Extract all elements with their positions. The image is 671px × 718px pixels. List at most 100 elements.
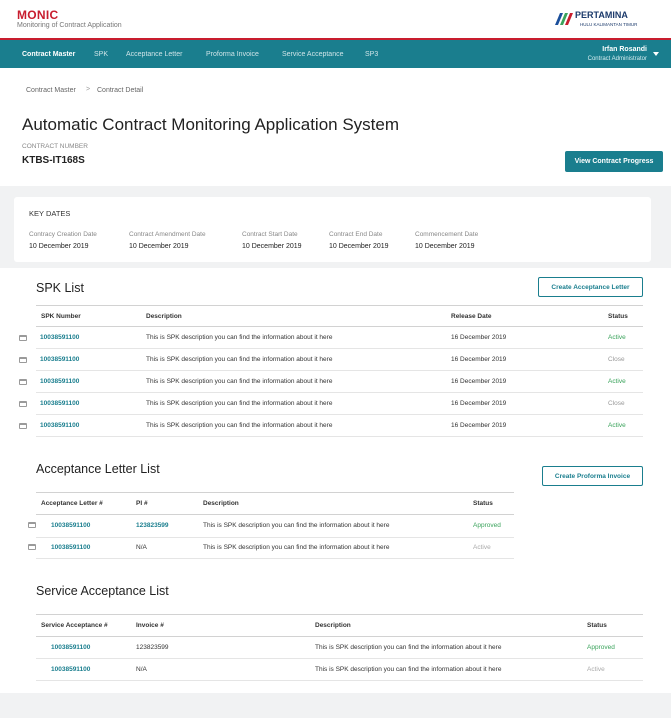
key-date-label: Contract Amendment Date <box>129 231 206 238</box>
spk-description: This is SPK description you can find the… <box>146 422 333 429</box>
key-date-value: 10 December 2019 <box>29 243 89 250</box>
page-title: Automatic Contract Monitoring Applicatio… <box>22 115 400 134</box>
chevron-down-icon[interactable] <box>653 52 659 56</box>
create-acceptance-letter-button[interactable]: Create Acceptance Letter <box>538 277 643 297</box>
document-icon[interactable] <box>19 335 27 341</box>
document-icon[interactable] <box>28 522 36 528</box>
key-date-value: 10 December 2019 <box>242 243 302 250</box>
divider <box>36 414 643 415</box>
service-acceptance-number-link[interactable]: 10038591100 <box>51 666 90 673</box>
app-title[interactable]: MONIC <box>17 8 59 22</box>
divider <box>36 326 643 327</box>
divider <box>36 370 643 371</box>
nav-acceptance-letter[interactable]: Acceptance Letter <box>126 51 182 58</box>
spk-description: This is SPK description you can find the… <box>146 356 333 363</box>
service-acceptance-list-title: Service Acceptance List <box>36 584 169 598</box>
key-date-value: 10 December 2019 <box>415 243 475 250</box>
spk-col-release-date: Release Date <box>451 313 492 320</box>
document-icon[interactable] <box>19 357 27 363</box>
invoice-number: 123823599 <box>136 644 169 651</box>
status-badge: Approved <box>587 644 615 651</box>
spk-col-status: Status <box>608 313 628 320</box>
contract-number-label: CONTRACT NUMBER <box>22 143 88 150</box>
breadcrumb-contract-master[interactable]: Contract Master <box>26 87 76 94</box>
key-date-label: Contracy Creation Date <box>29 231 97 238</box>
acceptance-number-link[interactable]: 10038591100 <box>51 544 90 551</box>
nav-spk[interactable]: SPK <box>94 51 108 58</box>
top-bar: MONIC Monitoring of Contract Application… <box>0 0 671 40</box>
divider <box>36 492 514 493</box>
status-badge: Active <box>608 422 626 429</box>
document-icon[interactable] <box>28 544 36 550</box>
pertamina-logo-icon <box>555 13 573 25</box>
create-proforma-invoice-button[interactable]: Create Proforma Invoice <box>542 466 643 486</box>
divider <box>36 636 643 637</box>
pi-number-link[interactable]: 123823599 <box>136 522 169 529</box>
status-badge: Close <box>608 356 625 363</box>
document-icon[interactable] <box>19 379 27 385</box>
acceptance-col-status: Status <box>473 500 493 507</box>
divider <box>36 305 643 306</box>
divider <box>36 348 643 349</box>
spk-description: This is SPK description you can find the… <box>146 400 333 407</box>
divider <box>36 614 643 615</box>
nav-proforma-invoice[interactable]: Proforma Invoice <box>206 51 259 58</box>
contract-number: KTBS-IT168S <box>22 155 85 166</box>
key-dates-card <box>14 197 651 262</box>
divider <box>36 436 643 437</box>
chevron-right-icon: > <box>86 86 91 93</box>
main-nav: Contract Master SPK Acceptance Letter Pr… <box>0 40 671 68</box>
service-acceptance-number-link[interactable]: 10038591100 <box>51 644 90 651</box>
key-dates-title: KEY DATES <box>29 209 71 218</box>
invoice-number: N/A <box>136 666 147 673</box>
acceptance-description: This is SPK description you can find the… <box>203 522 390 529</box>
service-description: This is SPK description you can find the… <box>315 644 502 651</box>
acceptance-description: This is SPK description you can find the… <box>203 544 390 551</box>
logo-subtitle: HULU KALIMANTAN TIMUR <box>580 22 638 27</box>
service-col-invoice: Invoice # <box>136 622 164 629</box>
spk-col-description: Description <box>146 313 182 320</box>
user-role: Contract Administrator <box>587 56 647 62</box>
nav-contract-master[interactable]: Contract Master <box>22 51 75 58</box>
nav-sp3[interactable]: SP3 <box>365 51 378 58</box>
status-badge: Approved <box>473 522 501 529</box>
pi-number: N/A <box>136 544 147 551</box>
divider <box>36 392 643 393</box>
key-date-label: Contract End Date <box>329 231 383 238</box>
key-date-label: Commencement Date <box>415 231 479 238</box>
spk-release-date: 16 December 2019 <box>451 334 507 341</box>
status-badge: Active <box>608 334 626 341</box>
service-description: This is SPK description you can find the… <box>315 666 502 673</box>
logo-name: PERTAMINA <box>575 10 628 20</box>
divider <box>36 680 643 681</box>
service-col-status: Status <box>587 622 607 629</box>
spk-list-title: SPK List <box>36 281 84 295</box>
status-badge: Active <box>473 544 491 551</box>
document-icon[interactable] <box>19 401 27 407</box>
spk-number-link[interactable]: 10038591100 <box>40 334 79 341</box>
acceptance-col-number: Acceptance Letter # <box>41 500 103 507</box>
acceptance-number-link[interactable]: 10038591100 <box>51 522 90 529</box>
service-col-number: Service Acceptance # <box>41 622 108 629</box>
divider <box>36 558 514 559</box>
spk-release-date: 16 December 2019 <box>451 422 507 429</box>
divider <box>36 514 514 515</box>
spk-number-link[interactable]: 10038591100 <box>40 356 79 363</box>
spk-description: This is SPK description you can find the… <box>146 334 333 341</box>
user-name[interactable]: Irfan Rosandi <box>602 46 647 53</box>
document-icon[interactable] <box>19 423 27 429</box>
nav-service-acceptance[interactable]: Service Acceptance <box>282 51 343 58</box>
view-contract-progress-button[interactable]: View Contract Progress <box>565 151 663 172</box>
spk-number-link[interactable]: 10038591100 <box>40 400 79 407</box>
key-date-label: Contract Start Date <box>242 231 298 238</box>
spk-release-date: 16 December 2019 <box>451 356 507 363</box>
spk-number-link[interactable]: 10038591100 <box>40 378 79 385</box>
spk-description: This is SPK description you can find the… <box>146 378 333 385</box>
spk-release-date: 16 December 2019 <box>451 378 507 385</box>
acceptance-letter-list-title: Acceptance Letter List <box>36 462 160 476</box>
acceptance-col-description: Description <box>203 500 239 507</box>
spk-number-link[interactable]: 10038591100 <box>40 422 79 429</box>
pertamina-logo: PERTAMINA HULU KALIMANTAN TIMUR <box>553 10 653 32</box>
acceptance-col-pi: PI # <box>136 500 148 507</box>
divider <box>36 537 514 538</box>
